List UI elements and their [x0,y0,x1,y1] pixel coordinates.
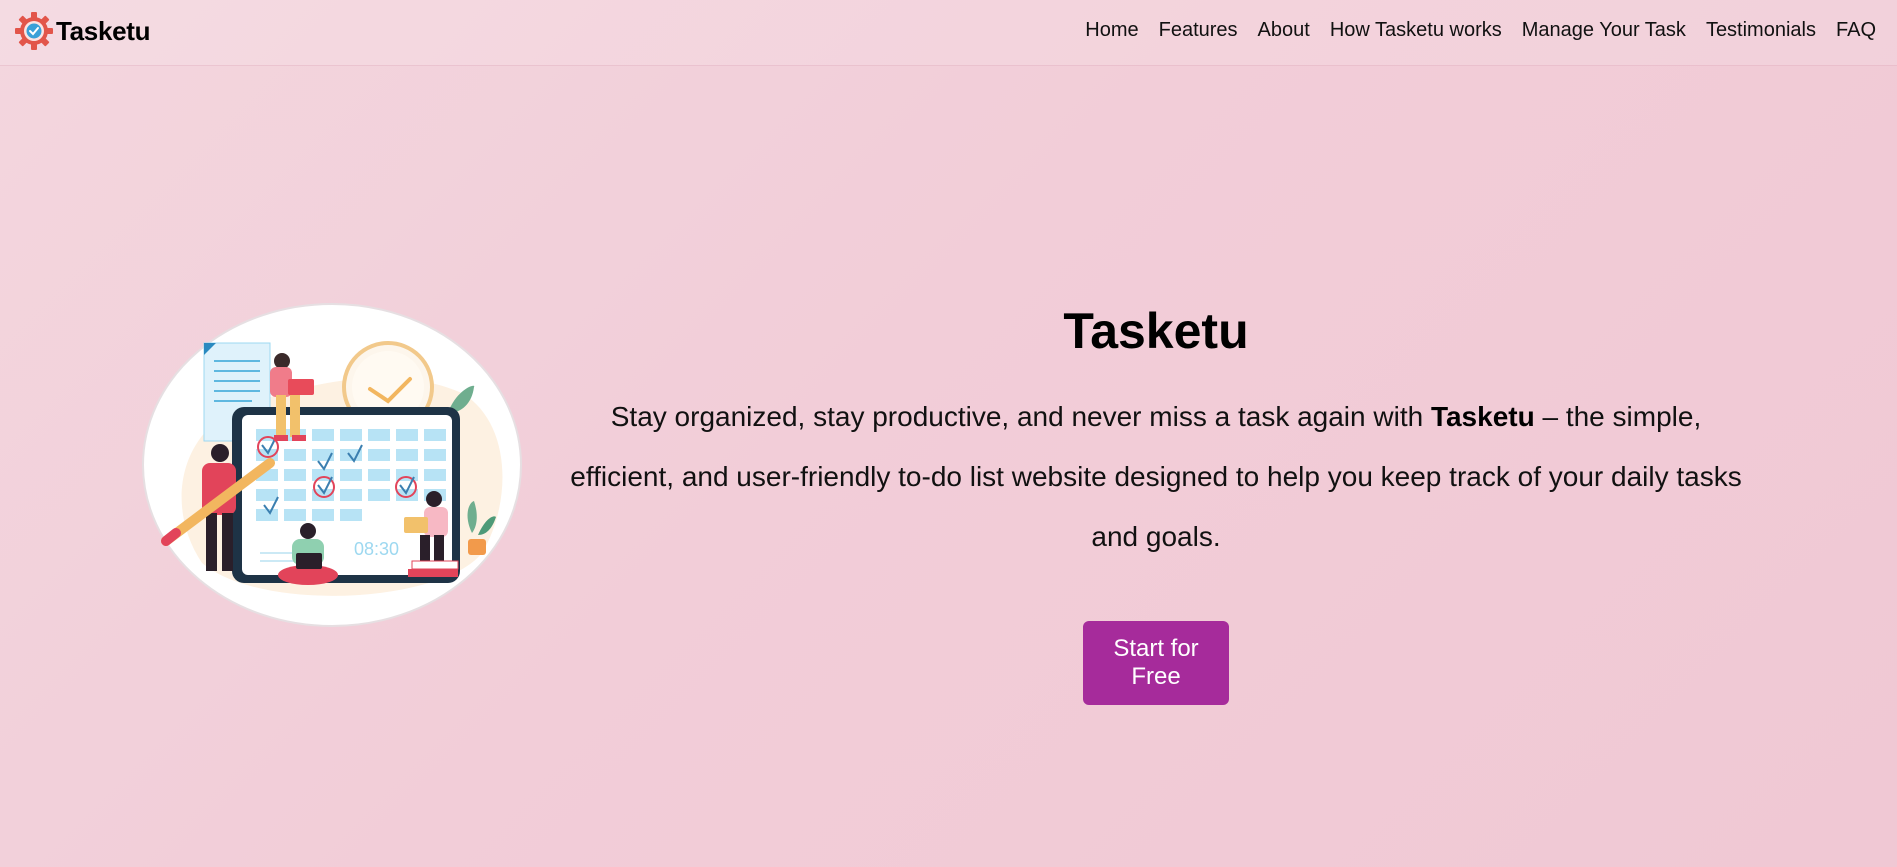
brand-name: Tasketu [56,15,151,46]
nav-link-faq[interactable]: FAQ [1836,19,1876,42]
nav-link-testimonials[interactable]: Testimonials [1706,19,1816,42]
nav-link-home[interactable]: Home [1085,19,1138,42]
hero-description-brand: Tasketu [1430,401,1535,432]
nav-link-features[interactable]: Features [1159,19,1238,42]
hero-illustration: 08:30 [142,303,522,627]
start-for-free-button[interactable]: Start for Free [1083,621,1229,705]
nav-link-how-it-works[interactable]: How Tasketu works [1330,19,1502,42]
hero: Tasketu Stay organized, stay productive,… [556,295,1756,705]
clock-readout: 08:30 [354,539,399,559]
hero-title: Tasketu [1063,303,1249,359]
hero-description: Stay organized, stay productive, and nev… [556,387,1756,567]
gear-check-icon [15,12,53,50]
brand[interactable]: Tasketu [14,12,151,50]
nav-link-manage-task[interactable]: Manage Your Task [1522,19,1686,42]
task-calendar-illustration: 08:30 [142,303,522,627]
nav-links: Home Features About How Tasketu works Ma… [1085,19,1876,42]
hero-description-intro: Stay organized, stay productive, and nev… [610,401,1431,432]
navbar: Tasketu Home Features About How Tasketu … [0,0,1897,65]
nav-link-about[interactable]: About [1258,19,1310,42]
